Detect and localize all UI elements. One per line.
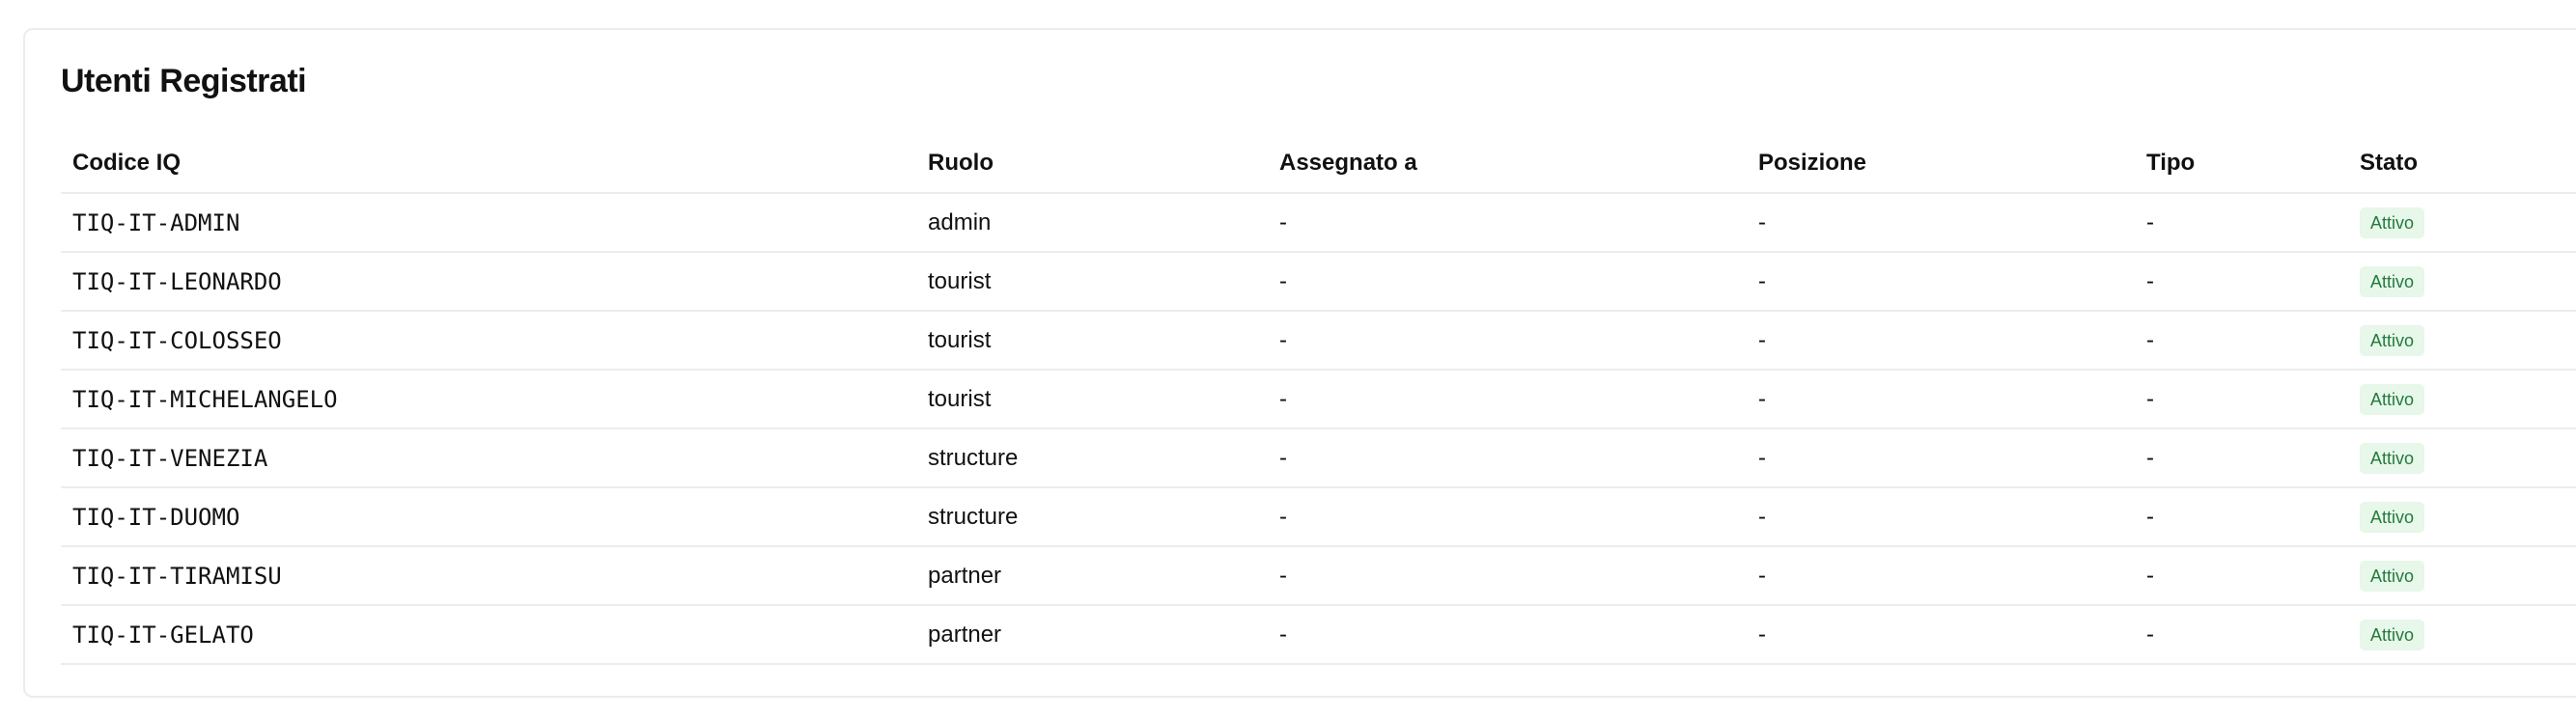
cell-position: - xyxy=(1747,252,2135,312)
cell-type: - xyxy=(2135,605,2348,665)
cell-assigned: - xyxy=(1268,487,1747,547)
cell-status: Attivo xyxy=(2348,193,2576,253)
cell-position: - xyxy=(1747,428,2135,488)
header-type: Tipo xyxy=(2135,134,2348,194)
cell-code: TIQ-IT-GELATO xyxy=(61,605,916,665)
table-row: TIQ-IT-ADMIN admin - - - Attivo xyxy=(61,193,2576,253)
table-row: TIQ-IT-VENEZIA structure - - - Attivo xyxy=(61,428,2576,488)
cell-type: - xyxy=(2135,370,2348,429)
table-row: TIQ-IT-DUOMO structure - - - Attivo xyxy=(61,487,2576,547)
status-badge: Attivo xyxy=(2360,207,2425,238)
cell-status: Attivo xyxy=(2348,428,2576,488)
cell-position: - xyxy=(1747,193,2135,253)
cell-role: structure xyxy=(916,428,1268,488)
cell-assigned: - xyxy=(1268,311,1747,371)
cell-code: TIQ-IT-DUOMO xyxy=(61,487,916,547)
users-card: Utenti Registrati Codice IQ Ruolo Assegn… xyxy=(23,28,2576,698)
cell-status: Attivo xyxy=(2348,487,2576,547)
cell-role: partner xyxy=(916,546,1268,606)
cell-status: Attivo xyxy=(2348,252,2576,312)
table-row: TIQ-IT-MICHELANGELO tourist - - - Attivo xyxy=(61,370,2576,429)
users-table: Codice IQ Ruolo Assegnato a Posizione Ti… xyxy=(61,134,2576,665)
header-role: Ruolo xyxy=(916,134,1268,194)
cell-position: - xyxy=(1747,311,2135,371)
table-header-row: Codice IQ Ruolo Assegnato a Posizione Ti… xyxy=(61,134,2576,194)
table-row: TIQ-IT-LEONARDO tourist - - - Attivo xyxy=(61,252,2576,312)
cell-role: admin xyxy=(916,193,1268,253)
cell-type: - xyxy=(2135,311,2348,371)
table-row: TIQ-IT-COLOSSEO tourist - - - Attivo xyxy=(61,311,2576,371)
cell-assigned: - xyxy=(1268,370,1747,429)
status-badge: Attivo xyxy=(2360,501,2425,533)
cell-role: partner xyxy=(916,605,1268,665)
cell-code: TIQ-IT-TIRAMISU xyxy=(61,546,916,606)
cell-type: - xyxy=(2135,193,2348,253)
cell-type: - xyxy=(2135,546,2348,606)
cell-role: tourist xyxy=(916,370,1268,429)
cell-type: - xyxy=(2135,428,2348,488)
card-title: Utenti Registrati xyxy=(61,63,307,99)
status-badge: Attivo xyxy=(2360,442,2425,474)
status-badge: Attivo xyxy=(2360,383,2425,415)
table-row: TIQ-IT-TIRAMISU partner - - - Attivo xyxy=(61,546,2576,606)
header-position: Posizione xyxy=(1747,134,2135,194)
cell-type: - xyxy=(2135,252,2348,312)
cell-assigned: - xyxy=(1268,428,1747,488)
cell-code: TIQ-IT-ADMIN xyxy=(61,193,916,253)
cell-status: Attivo xyxy=(2348,311,2576,371)
header-assigned: Assegnato a xyxy=(1268,134,1747,194)
status-badge: Attivo xyxy=(2360,560,2425,592)
cell-assigned: - xyxy=(1268,252,1747,312)
cell-position: - xyxy=(1747,487,2135,547)
cell-code: TIQ-IT-COLOSSEO xyxy=(61,311,916,371)
cell-status: Attivo xyxy=(2348,370,2576,429)
cell-role: tourist xyxy=(916,311,1268,371)
header-code: Codice IQ xyxy=(61,134,916,194)
cell-code: TIQ-IT-MICHELANGELO xyxy=(61,370,916,429)
status-badge: Attivo xyxy=(2360,619,2425,650)
cell-status: Attivo xyxy=(2348,546,2576,606)
status-badge: Attivo xyxy=(2360,265,2425,297)
cell-assigned: - xyxy=(1268,546,1747,606)
cell-position: - xyxy=(1747,546,2135,606)
cell-type: - xyxy=(2135,487,2348,547)
cell-code: TIQ-IT-LEONARDO xyxy=(61,252,916,312)
cell-role: structure xyxy=(916,487,1268,547)
cell-status: Attivo xyxy=(2348,605,2576,665)
status-badge: Attivo xyxy=(2360,324,2425,356)
cell-position: - xyxy=(1747,605,2135,665)
header-status: Stato xyxy=(2348,134,2576,194)
cell-assigned: - xyxy=(1268,193,1747,253)
cell-role: tourist xyxy=(916,252,1268,312)
cell-code: TIQ-IT-VENEZIA xyxy=(61,428,916,488)
table-row: TIQ-IT-GELATO partner - - - Attivo xyxy=(61,605,2576,665)
cell-position: - xyxy=(1747,370,2135,429)
cell-assigned: - xyxy=(1268,605,1747,665)
